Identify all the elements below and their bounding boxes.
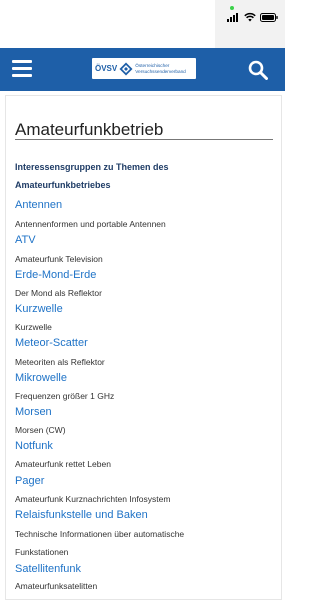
logo-abbreviation: ÖVSV — [95, 64, 118, 73]
link-relaisfunkstelle[interactable]: Relaisfunkstelle und Baken — [15, 509, 148, 521]
link-meteor-scatter[interactable]: Meteor-Scatter — [15, 337, 88, 349]
battery-icon — [260, 13, 278, 22]
link-antennen[interactable]: Antennen — [15, 199, 62, 211]
wifi-icon — [244, 12, 256, 22]
link-erde-mond-erde[interactable]: Erde-Mond-Erde — [15, 269, 96, 281]
desc-satellitenfunk: Amateurfunksatelitten — [15, 581, 98, 591]
link-pager[interactable]: Pager — [15, 475, 44, 487]
desc-erde-mond-erde: Der Mond als Reflektor — [15, 288, 102, 298]
search-icon[interactable] — [248, 60, 268, 80]
page-subtitle: Interessensgruppen zu Themen des Amateur… — [15, 162, 169, 190]
status-bar — [0, 0, 285, 48]
desc-notfunk: Amateurfunk rettet Leben — [15, 459, 111, 469]
link-mikrowelle[interactable]: Mikrowelle — [15, 372, 67, 384]
desc-meteor-scatter: Meteoriten als Reflektor — [15, 357, 105, 367]
link-satellitenfunk[interactable]: Satellitenfunk — [15, 563, 81, 575]
link-kurzwelle[interactable]: Kurzwelle — [15, 303, 63, 315]
desc-morsen: Morsen (CW) — [15, 425, 66, 435]
desc-atv: Amateurfunk Television — [15, 254, 103, 264]
desc-relaisfunkstelle: Technische Informationen über automatisc… — [15, 529, 185, 539]
title-divider — [15, 139, 273, 140]
page-title: Amateurfunkbetrieb — [15, 120, 164, 139]
link-atv[interactable]: ATV — [15, 234, 36, 246]
desc-mikrowelle: Frequenzen größer 1 GHz — [15, 391, 115, 401]
logo-text: Österreichischer Versuchssenderverband — [135, 63, 186, 74]
link-notfunk[interactable]: Notfunk — [15, 440, 53, 452]
camera-indicator-icon — [230, 6, 234, 10]
desc-relaisfunkstelle-cont: Funkstationen — [15, 547, 69, 557]
desc-kurzwelle: Kurzwelle — [15, 322, 52, 332]
ovsv-logo-icon — [119, 62, 133, 75]
ovsv-logo[interactable]: ÖVSV Österreichischer Versuchssenderverb… — [92, 58, 196, 79]
link-morsen[interactable]: Morsen — [15, 406, 52, 418]
signal-icon — [227, 13, 238, 22]
desc-antennen: Antennenformen und portable Antennen — [15, 219, 166, 229]
status-bar-right — [215, 0, 285, 48]
desc-pager: Amateurfunk Kurznachrichten Infosystem — [15, 494, 171, 504]
menu-icon[interactable] — [12, 60, 32, 78]
